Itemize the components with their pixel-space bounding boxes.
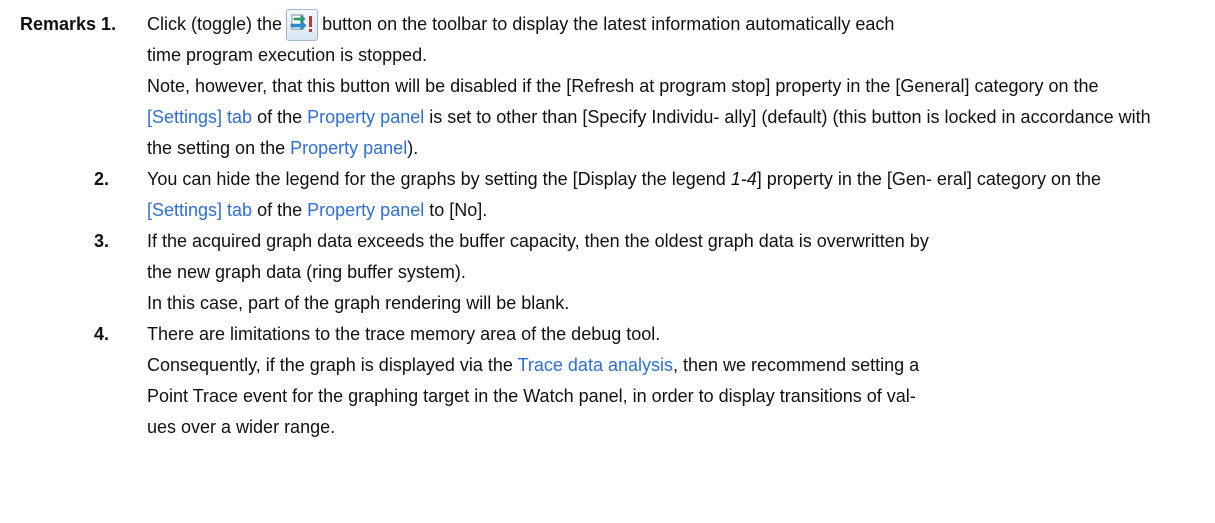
remark-1-note-text: of the [257,107,303,127]
remark-1-note-text: ). [407,138,419,158]
remark-3-line-3: In this case, part of the graph renderin… [147,293,570,313]
remark-3-body: If the acquired graph data exceeds the b… [147,226,1177,319]
remark-4-segment: , then we recommend setting a [673,355,920,375]
remark-3-line-1: If the acquired graph data exceeds the b… [147,231,929,251]
remark-4-body: There are limitations to the trace memor… [147,319,1177,443]
remark-1-line-2: time program execution is stopped. [147,45,428,65]
remark-1-note-text: Note, however, that this button will be … [147,76,891,96]
remark-1-body: Click (toggle) the button on the toolbar… [147,9,1177,164]
trace-data-analysis-link[interactable]: Trace data analysis [518,355,673,375]
remark-2-segment: to [No]. [429,200,488,220]
remark-2-text: You can hide the legend for the graphs b… [147,164,1177,226]
remark-1-text-before-icon: Click (toggle) the [147,14,283,34]
remark-4-number: 4. [94,324,110,344]
remark-4-line-4: ues over a wider range. [147,417,336,437]
remark-4-line-1: There are limitations to the trace memor… [147,324,661,344]
remark-2-body: You can hide the legend for the graphs b… [147,164,1177,226]
remarks-section: Remarks 1. Click (toggle) the button on … [0,0,1215,523]
remark-1-line-1: Click (toggle) the button on the toolbar… [147,9,1177,42]
property-panel-link[interactable]: Property panel [290,138,407,158]
remark-1-text-after-icon: button on the toolbar to display the lat… [322,14,895,34]
property-panel-link[interactable]: Property panel [307,107,424,127]
remark-4-line-2: Consequently, if the graph is displayed … [147,350,1177,381]
settings-tab-link[interactable]: [Settings] tab [147,107,252,127]
refresh-at-stop-icon [286,9,319,42]
remark-4-line-3: Point Trace event for the graphing targe… [147,386,916,406]
remark-2-number: 2. [94,169,110,189]
remark-3-line-2: the new graph data (ring buffer system). [147,262,466,282]
settings-tab-link[interactable]: [Settings] tab [147,200,252,220]
remark-3-number: 3. [94,231,110,251]
remark-4-segment: Consequently, if the graph is displayed … [147,355,513,375]
remark-2-segment: of the [257,200,303,220]
remark-2-italic: 1-4 [730,169,757,189]
remark-1-note-text: is set to other than [Specify Individu- [429,107,720,127]
remark-2-segment: eral] category on the [936,169,1101,189]
remark-2-segment: You can hide the legend for the graphs b… [147,169,726,189]
remark-1-note-text: [General] category on the [895,76,1099,96]
remark-1-note: Note, however, that this button will be … [147,71,1177,164]
remark-2-segment: ] property in the [Gen- [756,169,932,189]
remarks-label: Remarks 1. [20,14,117,34]
property-panel-link[interactable]: Property panel [307,200,424,220]
